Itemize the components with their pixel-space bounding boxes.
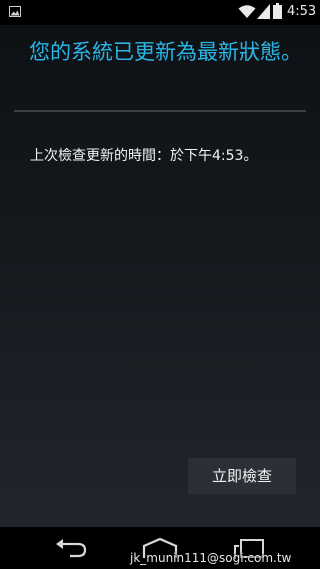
- check-now-button[interactable]: 立即檢查: [188, 458, 296, 494]
- status-bar: 4:53: [0, 0, 320, 25]
- page-title: 您的系統已更新為最新狀態。: [29, 40, 302, 64]
- battery-icon: [273, 3, 282, 19]
- status-time: 4:53: [287, 4, 317, 19]
- wifi-icon: [238, 5, 256, 18]
- title-divider: [14, 110, 306, 112]
- image-notification-icon: [9, 6, 21, 17]
- system-update-screen: 4:53 您的系統已更新為最新狀態。 上次檢查更新的時間：於下午4:53。 立即…: [0, 0, 320, 569]
- signal-icon: [257, 4, 270, 19]
- last-check-text: 上次檢查更新的時間：於下午4:53。: [30, 148, 258, 164]
- watermark-text: jk_munin111@sogi.com.tw: [130, 551, 292, 565]
- back-icon[interactable]: [54, 538, 88, 558]
